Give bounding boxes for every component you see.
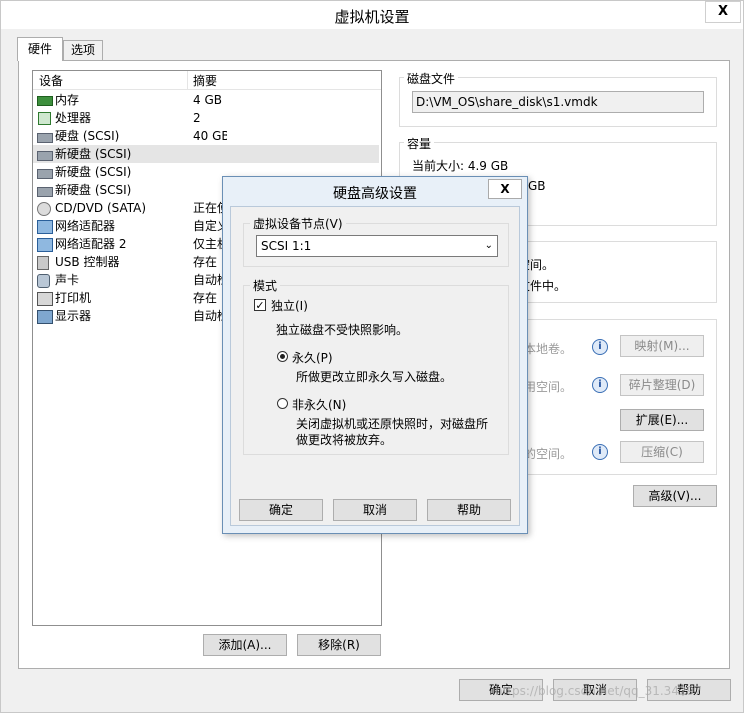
utility-text-defragment: 用空间。 (524, 380, 573, 394)
tab-options[interactable]: 选项 (63, 40, 103, 60)
nonpersistent-label[interactable]: 非永久(N) (292, 396, 346, 413)
dialog-ok-button[interactable]: 确定 (239, 499, 323, 521)
harddisk-icon (37, 133, 53, 143)
column-header-summary[interactable]: 摘要 (189, 71, 381, 90)
close-icon: X (717, 4, 729, 19)
column-header-device[interactable]: 设备 (33, 71, 188, 90)
mode-group: 模式 ✓ 独立(I) 独立磁盘不受快照影响。 永久(P) 所做更改立即永久写入磁… (243, 277, 509, 455)
capacity-gb-fragment: GB (528, 179, 546, 193)
radio-dot-icon (280, 354, 285, 359)
harddisk-icon (37, 187, 53, 197)
nonpersistent-description-line1: 关闭虚拟机或还原快照时，对磁盘所 (296, 417, 489, 431)
device-node-select[interactable]: SCSI 1:1 ⌄ (256, 235, 498, 257)
independent-checkbox[interactable]: ✓ (254, 299, 266, 311)
add-device-button[interactable]: 添加(A)... (203, 634, 287, 656)
disk-file-label: 磁盘文件 (404, 70, 459, 87)
map-button[interactable]: 映射(M)... (620, 335, 704, 357)
capacity-label: 容量 (404, 135, 435, 152)
title-bar: 虚拟机设置 X (1, 1, 743, 29)
dialog-body: 虚拟设备节点(V) SCSI 1:1 ⌄ 模式 ✓ 独立(I) 独立磁盘不受快照… (230, 206, 520, 526)
network-icon (37, 238, 53, 252)
dialog-cancel-button[interactable]: 取消 (333, 499, 417, 521)
advanced-button[interactable]: 高级(V)... (633, 485, 717, 507)
device-row-harddisk[interactable]: 硬盘 (SCSI) 40 GB (33, 127, 379, 145)
dialog-title: 硬盘高级设置 (333, 186, 417, 202)
harddisk-icon (37, 151, 53, 161)
cd-icon (37, 202, 51, 216)
current-size-text: 当前大小: 4.9 GB (412, 159, 509, 173)
nonpersistent-description-line2: 做更改将被放弃。 (296, 433, 393, 447)
nonpersistent-radio[interactable] (277, 398, 288, 409)
close-icon: X (500, 182, 510, 196)
device-row-memory[interactable]: 内存 4 GB (33, 91, 379, 109)
window-title: 虚拟机设置 (334, 8, 410, 26)
tab-hardware-label: 硬件 (27, 42, 52, 56)
chevron-down-icon: ⌄ (484, 240, 493, 251)
info-icon: i (592, 377, 608, 393)
processor-icon (38, 112, 51, 125)
device-list-header: 设备 摘要 (33, 71, 381, 90)
info-icon: i (592, 444, 608, 460)
disk-file-group: 磁盘文件 D:\VM_OS\share_disk\s1.vmdk (399, 70, 717, 127)
persistent-radio[interactable] (277, 351, 288, 362)
dialog-title-bar: 硬盘高级设置 X (223, 177, 527, 205)
persistent-label[interactable]: 永久(P) (292, 349, 333, 366)
device-row-processor[interactable]: 处理器 2 (33, 109, 379, 127)
disk-file-path-field[interactable]: D:\VM_OS\share_disk\s1.vmdk (412, 91, 704, 113)
compact-button[interactable]: 压缩(C) (620, 441, 704, 463)
remove-device-button[interactable]: 移除(R) (297, 634, 381, 656)
persistent-description: 所做更改立即永久写入磁盘。 (296, 370, 453, 384)
checkmark-icon: ✓ (255, 299, 265, 312)
display-icon (37, 310, 53, 324)
independent-label[interactable]: 独立(I) (271, 297, 308, 314)
advanced-disk-dialog: 硬盘高级设置 X 虚拟设备节点(V) SCSI 1:1 ⌄ 模式 ✓ 独立(I)… (222, 176, 528, 534)
watermark: https://blog.csdn.net/qq_31.34297 (495, 684, 702, 698)
device-row-new-harddisk-1[interactable]: 新硬盘 (SCSI) (33, 145, 379, 163)
device-node-label: 虚拟设备节点(V) (250, 215, 346, 232)
window-close-button[interactable]: X (705, 1, 741, 23)
dialog-help-button[interactable]: 帮助 (427, 499, 511, 521)
device-node-group: 虚拟设备节点(V) SCSI 1:1 ⌄ (243, 215, 509, 267)
utility-text-compact: 的空间。 (524, 447, 573, 461)
mode-label: 模式 (250, 277, 281, 294)
sound-icon (37, 274, 50, 288)
info-icon: i (592, 339, 608, 355)
harddisk-icon (37, 169, 53, 179)
usb-icon (37, 256, 49, 270)
memory-icon (37, 96, 53, 106)
dialog-close-button[interactable]: X (488, 179, 522, 199)
expand-button[interactable]: 扩展(E)... (620, 409, 704, 431)
tab-hardware[interactable]: 硬件 (17, 37, 63, 61)
defragment-button[interactable]: 碎片整理(D) (620, 374, 704, 396)
tab-options-label: 选项 (70, 43, 95, 57)
printer-icon (37, 292, 53, 306)
independent-description: 独立磁盘不受快照影响。 (276, 323, 409, 337)
network-icon (37, 220, 53, 234)
utility-text-map: 本地卷。 (524, 342, 573, 356)
